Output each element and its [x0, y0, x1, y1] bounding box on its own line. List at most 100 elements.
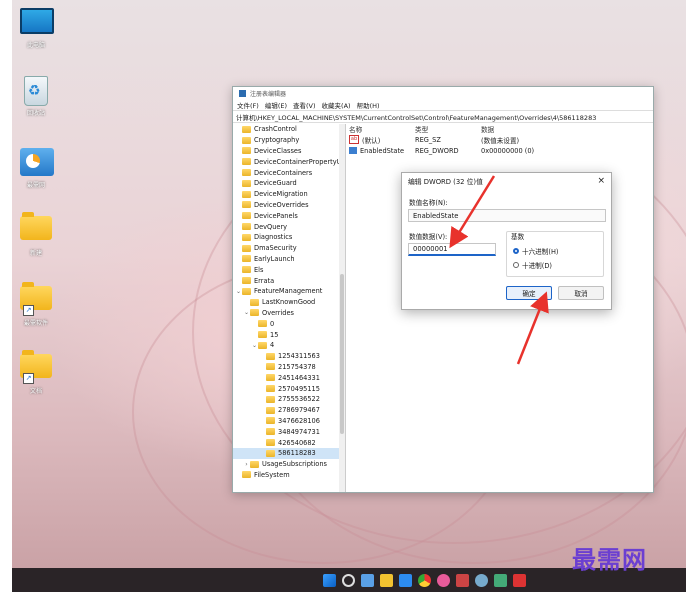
tree-item[interactable]: 1254311563 [233, 351, 345, 362]
tree-scrollbar[interactable] [339, 124, 345, 492]
radio-dec-label: 十进制(D) [522, 262, 553, 270]
desktop-icon-folder-shortcut[interactable]: ↗ 文档 [12, 350, 60, 395]
tree-item[interactable]: FileSystem [233, 470, 345, 481]
tree-item[interactable]: ⌄ 4 [233, 340, 345, 351]
tree-item-label: Overrides [262, 308, 294, 317]
tree-item[interactable]: DeviceMigration [233, 189, 345, 200]
tree-item[interactable]: DeviceContainerPropertyUpda [233, 156, 345, 167]
tree-item-label: EarlyLaunch [254, 254, 295, 263]
tree-item-label: 215754378 [278, 362, 316, 371]
folder-icon [266, 428, 275, 436]
value-data-label: 数值数据(V): [409, 233, 448, 241]
tree-item[interactable]: Cryptography [233, 135, 345, 146]
value-data: (数值未设置) [481, 136, 520, 145]
value-name-label: 数值名称(N): [409, 199, 448, 207]
value-row-default[interactable]: ab (默认) REG_SZ (数值未设置) [346, 134, 653, 145]
task-view-icon[interactable] [360, 573, 374, 587]
tree-item[interactable]: Els [233, 264, 345, 275]
menu-edit[interactable]: 编辑(E) [265, 100, 287, 110]
tree-item[interactable]: 15 [233, 329, 345, 340]
tree-item[interactable]: 2570495115 [233, 383, 345, 394]
desktop-icon-folder[interactable]: 新建 [12, 212, 60, 257]
app-icon[interactable] [455, 573, 469, 587]
tree-item[interactable]: DeviceOverrides [233, 200, 345, 211]
tree-item-label: 3476628106 [278, 416, 320, 425]
expand-chevron-icon[interactable]: ⌄ [251, 342, 258, 349]
tree-item[interactable]: 586118283 [233, 447, 345, 459]
search-icon[interactable] [341, 573, 355, 587]
tree-item[interactable]: ⌄ FeatureManagement [233, 286, 345, 297]
tree-item[interactable]: Diagnostics [233, 232, 345, 243]
tree-item-label: DeviceClasses [254, 146, 302, 155]
tree-item-label: 4 [270, 341, 275, 350]
desktop-icon-app[interactable]: 最需网 [12, 148, 60, 189]
menu-favorites[interactable]: 收藏夹(A) [322, 100, 351, 110]
folder-icon [242, 244, 251, 252]
tree-item[interactable]: DeviceGuard [233, 178, 345, 189]
folder-icon [250, 460, 259, 468]
radio-decimal[interactable]: 十进制(D) [513, 260, 552, 270]
value-data-input[interactable]: 00000001 [408, 243, 496, 256]
radio-hexadecimal[interactable]: 十六进制(H) [513, 246, 558, 256]
tree-item-label: DeviceOverrides [254, 200, 309, 209]
column-header-name[interactable]: 名称 [349, 124, 415, 134]
tree-item[interactable]: 3476628106 [233, 416, 345, 427]
regedit-app-icon [239, 89, 246, 97]
cancel-button[interactable]: 取消 [558, 286, 604, 300]
tree-item[interactable]: DeviceContainers [233, 167, 345, 178]
base-label: 基数 [511, 233, 525, 241]
tree-item[interactable]: Errata [233, 275, 345, 286]
folder-icon [266, 417, 275, 425]
tree-item[interactable]: DeviceClasses [233, 146, 345, 157]
tree-item[interactable]: 2755536522 [233, 394, 345, 405]
tree-item-label: FeatureManagement [254, 287, 323, 296]
tree-item[interactable]: DevQuery [233, 221, 345, 232]
value-row-enabledstate[interactable]: EnabledState REG_DWORD 0x00000000 (0) [346, 145, 653, 156]
app-icon[interactable] [512, 573, 526, 587]
address-bar[interactable]: 计算机\HKEY_LOCAL_MACHINE\SYSTEM\CurrentCon… [233, 110, 653, 123]
tree-item[interactable]: 426540682 [233, 437, 345, 448]
app-icon[interactable] [398, 573, 412, 587]
menu-file[interactable]: 文件(F) [237, 100, 259, 110]
app-icon[interactable] [436, 573, 450, 587]
tree-item[interactable]: DevicePanels [233, 210, 345, 221]
radio-selected-icon [513, 248, 519, 254]
tree-item[interactable]: ⌄ Overrides [233, 308, 345, 319]
desktop-icon-this-pc[interactable]: 此电脑 [12, 8, 60, 49]
desktop-icon-label: 最需网 [26, 182, 45, 189]
tree-item[interactable]: › UsageSubscriptions [233, 459, 345, 470]
expand-chevron-icon[interactable]: › [243, 461, 250, 468]
app-icon[interactable] [493, 573, 507, 587]
desktop-icon-folder-shortcut[interactable]: ↗ 最需软件 [12, 282, 60, 327]
dialog-titlebar[interactable]: 编辑 DWORD (32 位)值 × [402, 173, 611, 189]
tree-item[interactable]: 2786979467 [233, 405, 345, 416]
column-header-type[interactable]: 类型 [415, 124, 481, 134]
start-icon[interactable] [322, 573, 336, 587]
value-name-field[interactable]: EnabledState [408, 209, 606, 222]
expand-chevron-icon[interactable]: ⌄ [235, 288, 242, 295]
app-icon[interactable] [474, 573, 488, 587]
tree-item[interactable]: DmaSecurity [233, 243, 345, 254]
tree-item[interactable]: 2451464331 [233, 372, 345, 383]
close-icon[interactable]: × [597, 176, 605, 186]
tree-item[interactable]: 0 [233, 318, 345, 329]
radio-hex-label: 十六进制(H) [522, 248, 559, 256]
expand-chevron-icon[interactable]: ⌄ [243, 309, 250, 316]
column-header-data[interactable]: 数据 [481, 124, 561, 134]
tree-item[interactable]: 3484974731 [233, 426, 345, 437]
menu-view[interactable]: 查看(V) [293, 100, 316, 110]
tree-item[interactable]: LastKnownGood [233, 297, 345, 308]
tree-item[interactable]: 215754378 [233, 362, 345, 373]
tree-item[interactable]: CrashControl [233, 124, 345, 135]
menu-help[interactable]: 帮助(H) [357, 100, 380, 110]
folder-icon [242, 169, 251, 177]
ok-button[interactable]: 确定 [506, 286, 552, 300]
tree-item[interactable]: EarlyLaunch [233, 254, 345, 265]
scrollbar-thumb[interactable] [340, 274, 344, 434]
desktop-icon-recycle-bin[interactable]: 回收站 [12, 76, 60, 117]
chrome-icon[interactable] [417, 573, 431, 587]
folder-icon [266, 374, 275, 382]
file-explorer-icon[interactable] [379, 573, 393, 587]
window-titlebar[interactable]: 注册表编辑器 [233, 87, 653, 99]
shortcut-arrow-icon: ↗ [23, 305, 34, 316]
